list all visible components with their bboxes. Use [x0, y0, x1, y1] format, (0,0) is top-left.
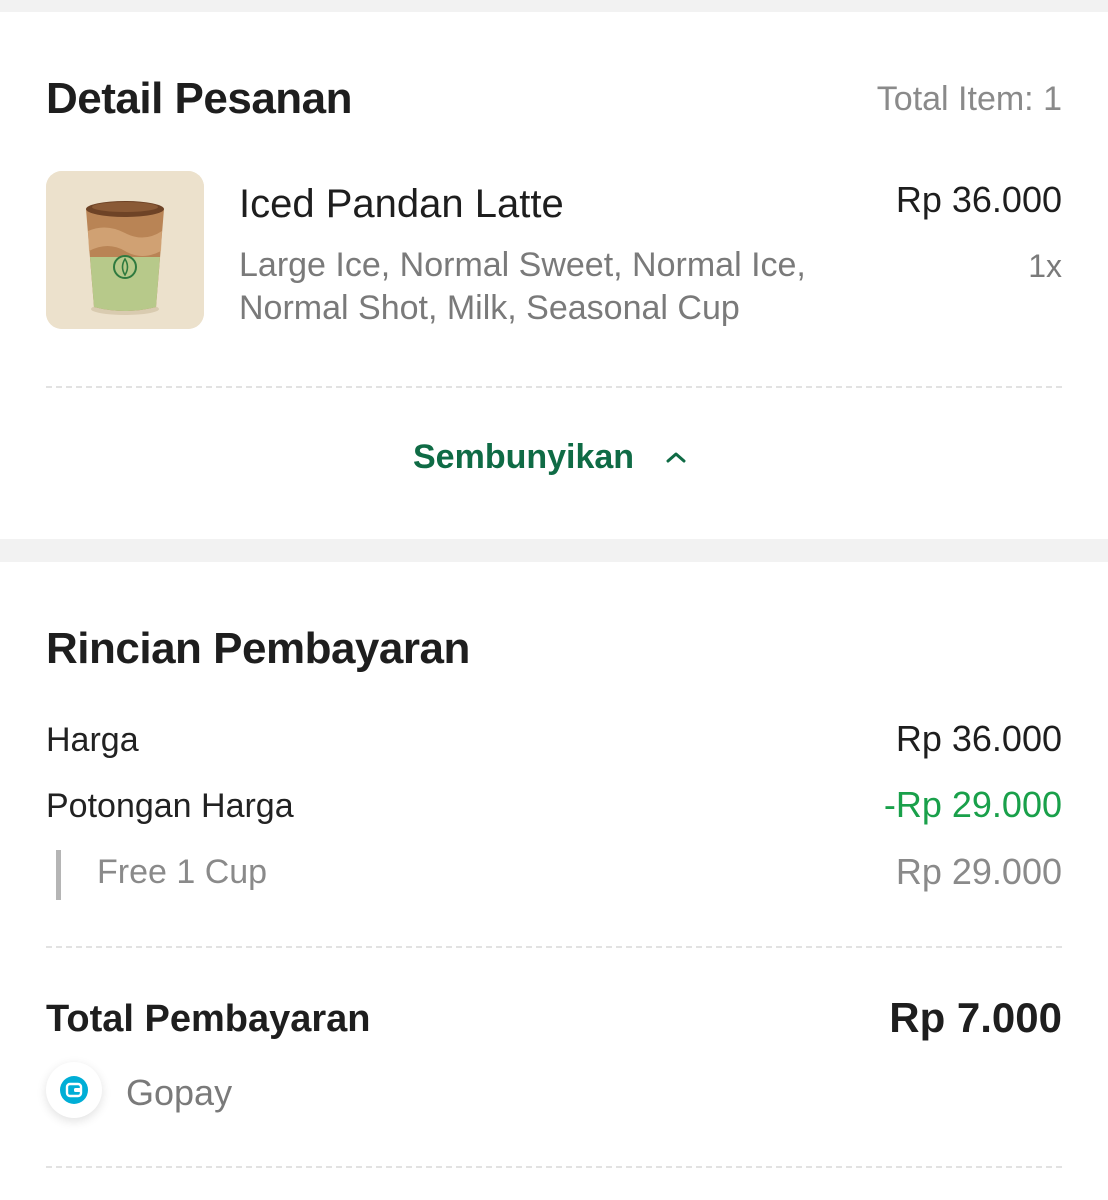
chevron-up-icon	[664, 445, 688, 469]
divider	[46, 946, 1062, 948]
price-value: Rp 36.000	[895, 718, 1062, 759]
payment-detail-card: Rincian Pembayaran Harga Rp 36.000 Poton…	[0, 562, 1108, 1200]
product-name: Iced Pandan Latte	[239, 182, 564, 226]
total-payment-value: Rp 7.000	[889, 994, 1062, 1041]
iced-latte-cup-image	[46, 171, 204, 329]
discount-value: -Rp 29.000	[883, 784, 1062, 825]
price-label: Harga	[46, 721, 139, 759]
divider	[46, 386, 1062, 388]
promo-value: Rp 29.000	[895, 851, 1062, 892]
product-options: Large Ice, Normal Sweet, Normal Ice, Nor…	[239, 246, 806, 327]
divider	[46, 1166, 1062, 1168]
promo-indent-bar	[56, 850, 61, 900]
product-quantity: 1x	[1028, 248, 1062, 284]
total-item-count: Total Item: 1	[876, 80, 1062, 118]
gopay-logo	[46, 1062, 102, 1118]
wallet-icon	[60, 1076, 88, 1104]
order-detail-title: Detail Pesanan	[46, 74, 353, 123]
payment-method-name: Gopay	[126, 1072, 233, 1113]
payment-detail-title: Rincian Pembayaran	[46, 624, 470, 673]
order-detail-card: Detail Pesanan Total Item: 1 Iced Pandan…	[0, 12, 1108, 539]
product-price: Rp 36.000	[895, 179, 1062, 220]
total-payment-label: Total Pembayaran	[46, 998, 371, 1040]
promo-label: Free 1 Cup	[97, 853, 268, 891]
hide-details-label: Sembunyikan	[413, 438, 635, 476]
discount-label: Potongan Harga	[46, 787, 294, 825]
product-image[interactable]	[46, 171, 204, 329]
hide-details-button[interactable]: Sembunyikan	[413, 440, 688, 474]
